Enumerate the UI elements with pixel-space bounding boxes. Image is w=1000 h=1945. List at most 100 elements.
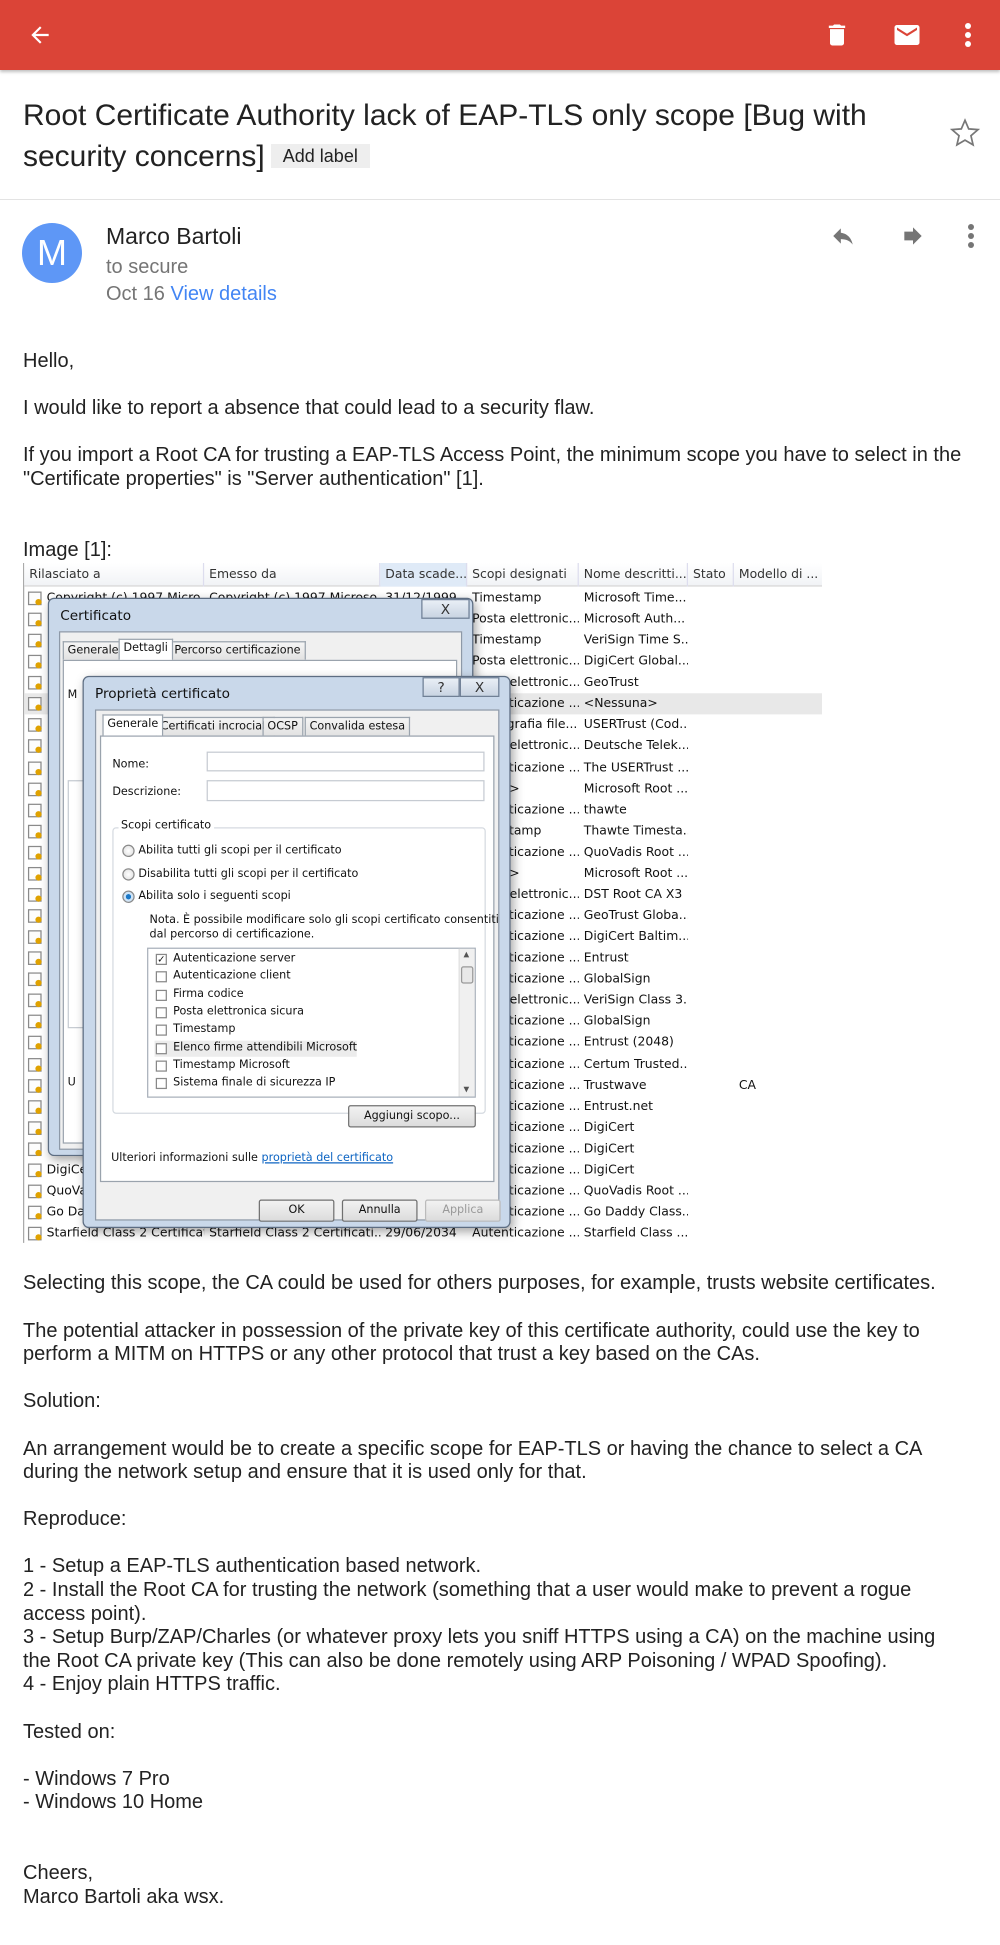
scopes-group: Scopi certificato Abilita tutti gli scop… [112, 821, 499, 1128]
note-text: Nota. È possibile modificare solo gli sc… [150, 913, 499, 943]
purpose-item[interactable]: Autenticazione client [155, 969, 291, 985]
column-header-issued-to[interactable]: Rilasciato a [24, 563, 205, 587]
cell-template [736, 694, 822, 715]
cell-status [690, 863, 733, 884]
certificate-properties-link[interactable]: proprietà del certificato [262, 1153, 394, 1165]
scroll-down-icon[interactable]: ▼ [463, 1086, 469, 1094]
mark-unread-mail-icon[interactable] [882, 0, 932, 70]
column-header-template[interactable]: Modello di ... [734, 563, 822, 587]
checkbox[interactable] [155, 1025, 167, 1037]
cancel-button[interactable]: Annulla [341, 1199, 418, 1223]
tab-convalida-estesa[interactable]: Convalida estesa [304, 717, 411, 736]
certificate-icon [27, 1184, 42, 1199]
tab-generale[interactable]: Generale [62, 641, 124, 661]
paragraph-line: during the network setup and ensure that… [23, 1461, 587, 1484]
view-details-link[interactable]: View details [170, 283, 276, 305]
certificate-properties-dialog: Proprietà certificato ? X Generale Certi… [82, 676, 511, 1229]
reproduce-heading: Reproduce: [23, 1508, 127, 1531]
certificate-icon [27, 1100, 42, 1114]
email-body: Hello, I would like to report a absence … [23, 350, 993, 1909]
column-header-friendly-name[interactable]: Nome descritti... [579, 563, 689, 587]
tab-certificati-incrociati[interactable]: Certificati incrociati [155, 717, 275, 736]
tab-generale[interactable]: Generale [102, 714, 164, 736]
checkbox[interactable] [155, 971, 167, 984]
cell-template [736, 1118, 822, 1139]
purpose-item[interactable]: Posta elettronica sicura [155, 1005, 304, 1021]
checkbox[interactable] [155, 1060, 167, 1072]
purpose-item[interactable]: ✓ Autenticazione server [155, 952, 296, 968]
scroll-thumb[interactable] [460, 966, 474, 984]
paragraph: I would like to report a absence that co… [23, 397, 595, 420]
cell-status [690, 821, 733, 842]
checkbox[interactable] [155, 1078, 167, 1090]
add-scope-button[interactable]: Aggiungi scopo... [348, 1105, 476, 1128]
cell-friendly-name: Certum Trusted... [583, 1057, 689, 1072]
purpose-item[interactable]: Firma codice [155, 987, 244, 1003]
cell-template [736, 652, 822, 673]
cell-friendly-name: GlobalSign [583, 973, 651, 987]
name-input[interactable] [206, 751, 485, 772]
ok-button[interactable]: OK [258, 1199, 335, 1223]
column-header-issued-by[interactable]: Emesso da [204, 563, 381, 587]
more-info-text: Ulteriori informazioni sulle proprietà d… [111, 1152, 394, 1166]
purpose-label: Sistema finale di sicurezza IP [173, 1077, 336, 1090]
cell-friendly-name: Trustwave [583, 1078, 647, 1093]
radio-button[interactable] [122, 844, 135, 858]
scrollbar[interactable]: ▲ ▼ [458, 949, 475, 1097]
close-button[interactable]: X [459, 677, 500, 698]
add-label-button[interactable]: Add label [270, 144, 370, 168]
checkbox[interactable] [155, 989, 167, 1001]
tab-percorso-certificazione[interactable]: Percorso certificazione [169, 641, 306, 661]
email-subject: Root Certificate Authority lack of EAP-T… [23, 95, 923, 177]
cell-status [690, 1224, 733, 1244]
avatar[interactable]: M [22, 223, 82, 283]
embedded-screenshot[interactable]: Rilasciato a Emesso da Data scade... Scopi … [23, 563, 822, 1244]
cell-template [736, 588, 822, 609]
purpose-item[interactable]: Elenco firme attendibili Microsoft [154, 1040, 357, 1057]
cell-template [736, 969, 822, 990]
checkbox[interactable] [155, 1042, 167, 1055]
column-header-status[interactable]: Stato [688, 563, 734, 587]
radio-button[interactable] [122, 867, 135, 881]
cell-purposes: Posta elettronic... [472, 655, 579, 670]
column-header-expiration[interactable]: Data scade... [380, 563, 468, 587]
subject-line: security concerns] Add label [23, 136, 923, 177]
cell-status [690, 906, 733, 927]
delete-trash-icon[interactable] [812, 0, 862, 70]
help-button[interactable]: ? [422, 677, 460, 698]
cell-status [690, 630, 733, 651]
tab-dettagli[interactable]: Dettagli [118, 639, 173, 661]
cell-friendly-name: Go Daddy Class... [583, 1206, 689, 1220]
purpose-item[interactable]: Sistema finale di sicurezza IP [155, 1076, 336, 1092]
checkbox[interactable] [155, 1007, 167, 1019]
certificate-icon [27, 697, 42, 712]
purpose-item[interactable]: Timestamp [155, 1023, 235, 1039]
cell-status [690, 1139, 733, 1160]
step-line: 2 - Install the Root CA for trusting the… [23, 1579, 912, 1602]
certificate-icon [27, 951, 42, 966]
tab-ocsp[interactable]: OCSP [262, 717, 303, 736]
close-button[interactable]: X [421, 599, 470, 620]
cell-status [690, 736, 733, 757]
cell-status [690, 842, 733, 863]
reply-icon[interactable] [823, 218, 863, 254]
star-icon[interactable] [948, 116, 982, 155]
purpose-item[interactable]: Timestamp Microsoft [155, 1058, 290, 1074]
scroll-up-icon[interactable]: ▲ [463, 951, 469, 959]
purpose-label: Autenticazione server [173, 952, 296, 966]
description-input[interactable] [206, 780, 485, 802]
cell-template [736, 906, 822, 927]
tested-heading: Tested on: [23, 1720, 116, 1743]
paragraph-line: An arrangement would be to create a spec… [23, 1437, 923, 1460]
more-options-icon[interactable] [943, 0, 993, 70]
cell-template [736, 673, 822, 694]
radio-button[interactable] [122, 890, 135, 904]
cell-template [736, 1054, 822, 1075]
forward-icon[interactable] [893, 218, 933, 254]
purposes-list[interactable]: ✓ Autenticazione server Autenticazione cli… [147, 947, 476, 1099]
message-more-icon[interactable] [951, 218, 991, 254]
certificate-icon [27, 1163, 42, 1178]
column-header-purposes[interactable]: Scopi designati [467, 563, 579, 587]
back-arrow-icon[interactable] [15, 0, 65, 70]
checkbox-checked[interactable]: ✓ [155, 954, 167, 966]
